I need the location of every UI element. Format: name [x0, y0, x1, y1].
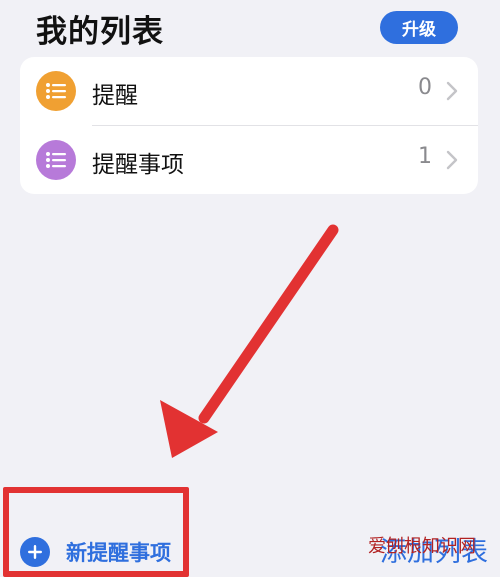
chevron-right-icon — [446, 150, 458, 174]
upgrade-button[interactable]: 升级 — [380, 11, 458, 44]
watermark: 爱刨根知识网 — [368, 536, 476, 557]
list-item-reminder-items[interactable]: 提醒事项 1 — [20, 126, 478, 194]
list-item-count: 1 — [418, 144, 432, 169]
my-lists-card: 提醒 0 提醒事项 1 — [20, 57, 478, 194]
list-bullet-icon — [36, 140, 76, 180]
page-title: 我的列表 — [36, 14, 164, 50]
annotation-highlight-box — [3, 487, 189, 577]
list-item-reminders[interactable]: 提醒 0 — [20, 57, 478, 125]
list-item-label: 提醒 — [92, 83, 138, 109]
header: 我的列表 升级 — [0, 0, 500, 56]
list-bullet-icon — [36, 71, 76, 111]
list-item-label: 提醒事项 — [92, 152, 184, 178]
list-item-count: 0 — [418, 75, 432, 100]
chevron-right-icon — [446, 81, 458, 105]
